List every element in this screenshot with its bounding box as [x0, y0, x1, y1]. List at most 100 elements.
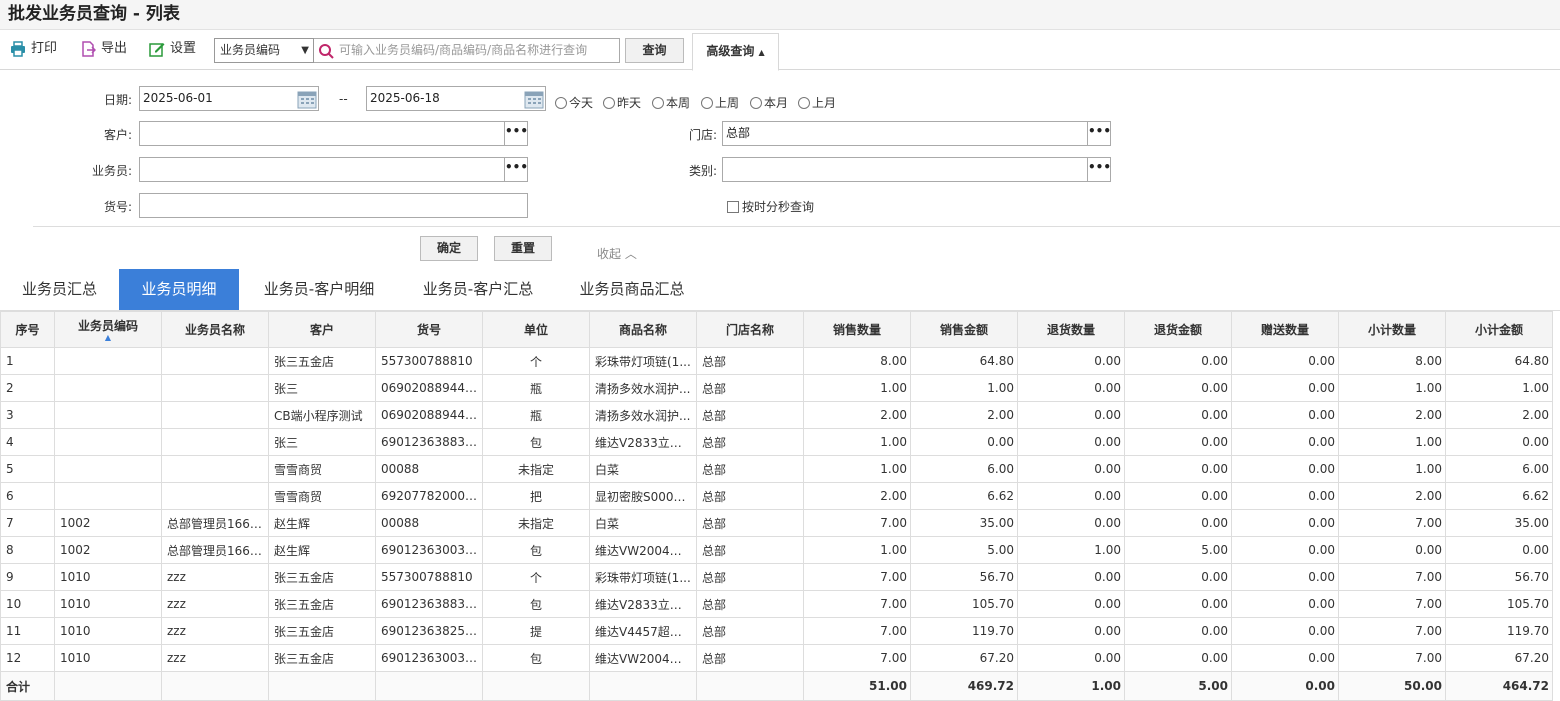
- item-input[interactable]: [139, 193, 528, 218]
- tab-salesman-customer-detail[interactable]: 业务员-客户明细: [239, 269, 399, 310]
- column-header[interactable]: 小计数量: [1338, 311, 1446, 348]
- table-cell: 0.00: [1231, 482, 1339, 510]
- column-header[interactable]: 销售金额: [910, 311, 1018, 348]
- reset-button[interactable]: 重置: [494, 236, 552, 261]
- column-header[interactable]: 客户: [268, 311, 376, 348]
- radio-yesterday[interactable]: 昨天: [603, 94, 641, 111]
- column-header[interactable]: 单位: [482, 311, 590, 348]
- column-header[interactable]: 门店名称: [696, 311, 804, 348]
- collapse-button[interactable]: 收起 ︿: [597, 245, 637, 262]
- table-cell: 35.00: [1445, 509, 1553, 537]
- category-input[interactable]: •••: [722, 157, 1111, 182]
- column-header-label: 商品名称: [618, 323, 667, 337]
- time-query-checkbox[interactable]: 按时分秒查询: [727, 198, 814, 215]
- caret-up-icon: ▲: [758, 48, 765, 57]
- table-cell: 0.00: [1017, 401, 1125, 429]
- table-row[interactable]: 9 1010 zzz 张三五金店 557300788810 个彩珠带灯项链(1... 总部 7…: [0, 563, 1553, 591]
- table-row[interactable]: 11 1010 zzz 张三五金店 6901236382516 提维达V4457超韧...…: [0, 617, 1553, 645]
- radio-this-month[interactable]: 本月: [750, 94, 788, 111]
- radio-circle: [555, 96, 567, 109]
- table-cell: [54, 401, 162, 429]
- column-header[interactable]: 商品名称: [589, 311, 697, 348]
- column-header[interactable]: 序号: [0, 311, 55, 348]
- total-cell: 469.72: [910, 671, 1018, 701]
- query-button[interactable]: 查询: [625, 38, 684, 63]
- table-cell: 总部: [696, 428, 804, 456]
- table-cell: 0.00: [1338, 536, 1446, 564]
- tab-salesman-customer-summary[interactable]: 业务员-客户汇总: [399, 269, 557, 310]
- table-cell: [54, 482, 162, 510]
- column-header[interactable]: 退货金额: [1124, 311, 1232, 348]
- radio-this-week[interactable]: 本周: [652, 94, 690, 111]
- table-cell: 0.00: [1017, 374, 1125, 402]
- date-to-input[interactable]: 2025-06-18: [366, 86, 546, 111]
- table-cell: 白菜: [589, 455, 697, 483]
- more-icon[interactable]: •••: [504, 158, 528, 181]
- confirm-button[interactable]: 确定: [420, 236, 478, 261]
- table-row[interactable]: 12 1010 zzz 张三五金店 6901236300312 包维达VW2004婴...…: [0, 644, 1553, 672]
- table-row[interactable]: 5 雪雪商贸 00088 未指定 白菜 总部 1.00 6.00 0.00 0.00 0.00 1.0…: [0, 455, 1553, 483]
- tab-salesman-detail[interactable]: 业务员明细: [119, 269, 239, 310]
- radio-last-month[interactable]: 上月: [798, 94, 836, 111]
- more-icon[interactable]: •••: [504, 122, 528, 145]
- calendar-icon[interactable]: [524, 89, 544, 109]
- table-cell: 67.20: [1445, 644, 1553, 672]
- table-cell: 10: [0, 590, 55, 618]
- print-button[interactable]: 打印: [10, 39, 57, 59]
- table-cell: 0.00: [1017, 590, 1125, 618]
- total-cell: 50.00: [1338, 671, 1446, 701]
- table-row[interactable]: 1 张三五金店 557300788810 个彩珠带灯项链(1... 总部 8.00 64.8…: [0, 347, 1553, 375]
- search-field-value: 业务员编码: [220, 43, 281, 57]
- table-row[interactable]: 3 CB端小程序测试 069020889446... 瓶清扬多效水润护... 总部 2.0…: [0, 401, 1553, 429]
- store-input[interactable]: 总部 •••: [722, 121, 1111, 146]
- table-row[interactable]: 8 1002 总部管理员1666... 赵生辉 6901236300312 包维达VW20…: [0, 536, 1553, 564]
- advanced-query-tab[interactable]: 高级查询 ▲: [692, 33, 779, 71]
- tab-salesman-summary[interactable]: 业务员汇总: [0, 269, 119, 310]
- table-cell: 清扬多效水润护...: [589, 374, 697, 402]
- table-cell: 7.00: [1338, 509, 1446, 537]
- table-row[interactable]: 10 1010 zzz 张三五金店 6901236388372 包维达V2833立体...…: [0, 590, 1553, 618]
- search-input[interactable]: 可输入业务员编码/商品编码/商品名称进行查询: [314, 38, 620, 63]
- salesman-input[interactable]: •••: [139, 157, 528, 182]
- page-title: 批发业务员查询 - 列表: [0, 0, 1560, 30]
- column-header[interactable]: 销售数量: [803, 311, 911, 348]
- column-header-label: 单位: [523, 323, 548, 337]
- table-row[interactable]: 7 1002 总部管理员1666... 赵生辉 00088 未指定 白菜 总部 7.00 35.0…: [0, 509, 1553, 537]
- column-header[interactable]: 赠送数量: [1231, 311, 1339, 348]
- radio-last-week[interactable]: 上周: [701, 94, 739, 111]
- table-cell: 5.00: [910, 536, 1018, 564]
- search-field-select[interactable]: 业务员编码 ▼: [214, 38, 314, 63]
- table-cell: 5.00: [1124, 536, 1232, 564]
- more-icon[interactable]: •••: [1087, 158, 1111, 181]
- customer-input[interactable]: •••: [139, 121, 528, 146]
- table-cell: 7.00: [1338, 590, 1446, 618]
- date-from-input[interactable]: 2025-06-01: [139, 86, 319, 111]
- table-row[interactable]: 4 张三 6901236388372 包维达V2833立体... 总部 1.00 0.00 0…: [0, 428, 1553, 456]
- table-cell: 00088: [375, 509, 483, 537]
- radio-circle: [750, 96, 762, 109]
- table-cell: 56.70: [910, 563, 1018, 591]
- radio-today[interactable]: 今天: [555, 94, 593, 111]
- column-header[interactable]: 退货数量: [1017, 311, 1125, 348]
- more-icon[interactable]: •••: [1087, 122, 1111, 145]
- calendar-icon[interactable]: [297, 89, 317, 109]
- table-cell: 0.00: [910, 428, 1018, 456]
- column-header-label: 业务员名称: [184, 323, 245, 337]
- settings-button[interactable]: 设置: [149, 39, 196, 59]
- radio-circle: [603, 96, 615, 109]
- column-header[interactable]: 小计金额: [1445, 311, 1553, 348]
- column-header[interactable]: 业务员编码 ▲: [54, 311, 162, 348]
- table-cell: [161, 482, 269, 510]
- column-header[interactable]: 业务员名称: [161, 311, 269, 348]
- export-button[interactable]: 导出: [80, 39, 127, 59]
- table-cell: 0.00: [1124, 455, 1232, 483]
- table-cell: 张三五金店: [268, 563, 376, 591]
- table-row[interactable]: 2 张三 069020889446... 瓶清扬多效水润护... 总部 1.00 1.00 0…: [0, 374, 1553, 402]
- table-cell: 105.70: [1445, 590, 1553, 618]
- table-cell: 维达VW2004婴...: [589, 536, 697, 564]
- tab-salesman-product-summary[interactable]: 业务员商品汇总: [557, 269, 707, 310]
- column-header[interactable]: 货号: [375, 311, 483, 348]
- table-row[interactable]: 6 雪雪商贸 6920778200089 把显初密胺S0008... 总部 2.00 6.6…: [0, 482, 1553, 510]
- table-cell: zzz: [161, 590, 269, 618]
- table-cell: 个: [482, 563, 590, 591]
